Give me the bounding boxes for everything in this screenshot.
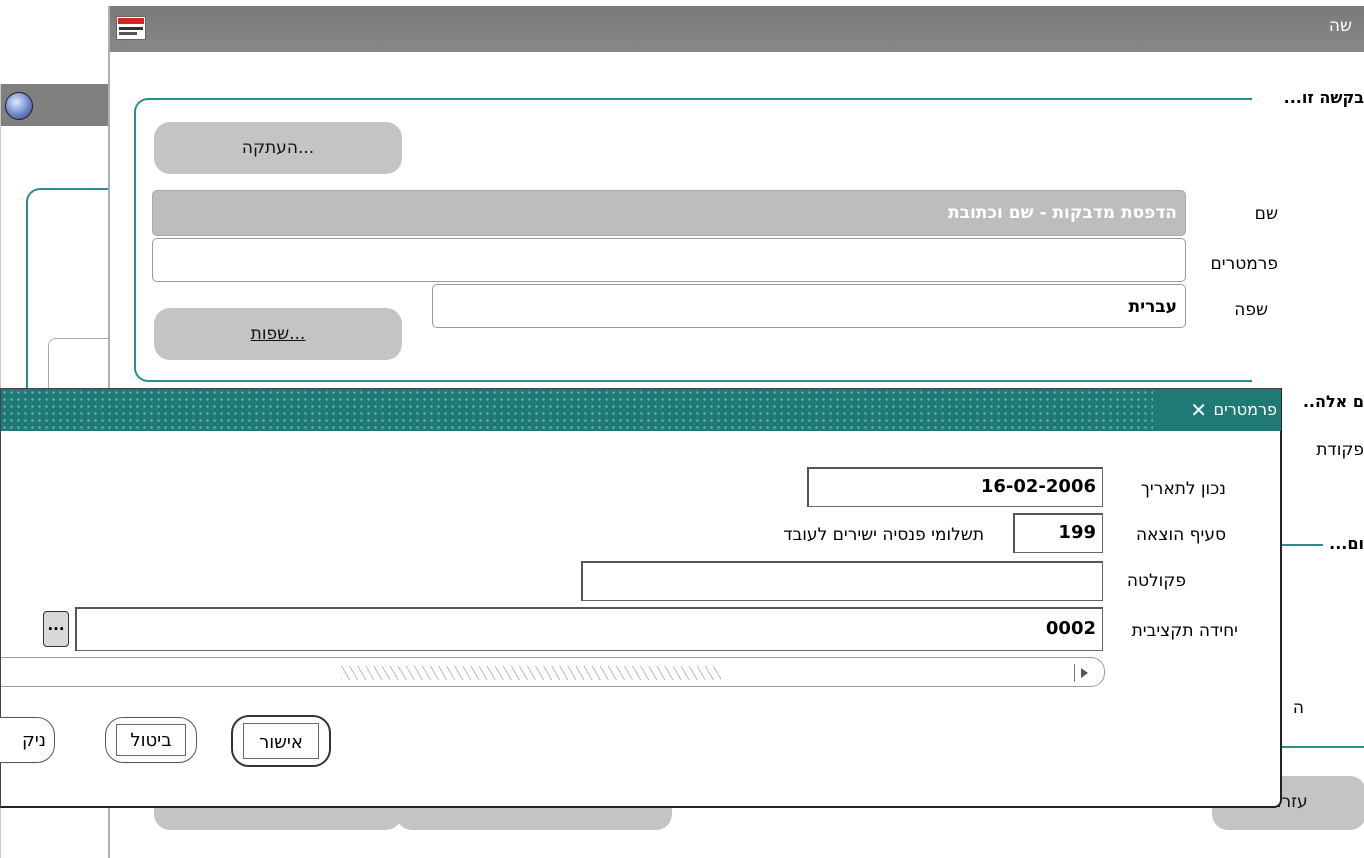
languages-button-label: שפות... [250, 324, 306, 344]
clear-button-label: ניק [21, 730, 46, 751]
faculty-field[interactable] [581, 561, 1103, 601]
language-field[interactable]: עברית [432, 284, 1186, 328]
faculty-label: פקולטה [1126, 571, 1186, 591]
request-section-header: בקשה זו... [1277, 88, 1364, 107]
clear-button[interactable]: ניק [0, 717, 55, 763]
ok-button[interactable]: אישור [231, 715, 331, 767]
globe-icon [5, 92, 33, 120]
lov-button[interactable]: ... [43, 611, 69, 647]
parameters-field[interactable] [152, 238, 1186, 282]
expense-label: סעיף הוצאה [1135, 525, 1226, 545]
scroll-right-arrow-icon[interactable] [1074, 664, 1094, 682]
date-label: נכון לתאריך [1140, 479, 1226, 499]
parameters-dialog-title: פרמטרים [1213, 400, 1278, 419]
date-field[interactable]: 16-02-2006 [807, 467, 1103, 507]
parameters-dialog-titlebar[interactable]: פרמטרים ✕ [1, 389, 1281, 431]
languages-button[interactable]: שפות... [154, 308, 402, 360]
section2-text: פקודת [1316, 440, 1364, 460]
expense-code-field[interactable]: 199 [1013, 513, 1103, 553]
scrollbar-track[interactable] [341, 666, 721, 680]
language-label: שפה [1234, 300, 1268, 320]
parameters-label: פרמטרים [1210, 254, 1278, 274]
cancel-button[interactable]: ביטול [105, 717, 197, 763]
main-window-title: שה [1328, 16, 1352, 36]
copy-button[interactable]: העתקה... [154, 122, 402, 174]
oracle-logo-icon [116, 16, 146, 40]
section2-header: ם אלה.. [1302, 392, 1364, 411]
main-window-titlebar[interactable]: שה [110, 6, 1364, 52]
section3-text: ה [1292, 698, 1304, 718]
section3-header: ום... [1323, 534, 1364, 553]
parameters-dialog: פרמטרים ✕ נכון לתאריך 16-02-2006 סעיף הו… [0, 388, 1282, 808]
expense-description: תשלומי פנסיה ישירים לעובד [783, 525, 984, 545]
request-name-field[interactable]: הדפסת מדבקות - שם וכתובת [152, 190, 1186, 236]
horizontal-scrollbar[interactable] [1, 657, 1105, 687]
name-label: שם [1254, 204, 1278, 224]
cancel-button-label: ביטול [130, 730, 172, 751]
budget-unit-label: יחידה תקציבית [1131, 621, 1238, 641]
close-icon[interactable]: ✕ [1190, 399, 1207, 421]
budget-unit-field[interactable]: 0002 [75, 607, 1103, 651]
background-window-titlebar [1, 84, 121, 126]
ok-button-label: אישור [259, 732, 303, 753]
